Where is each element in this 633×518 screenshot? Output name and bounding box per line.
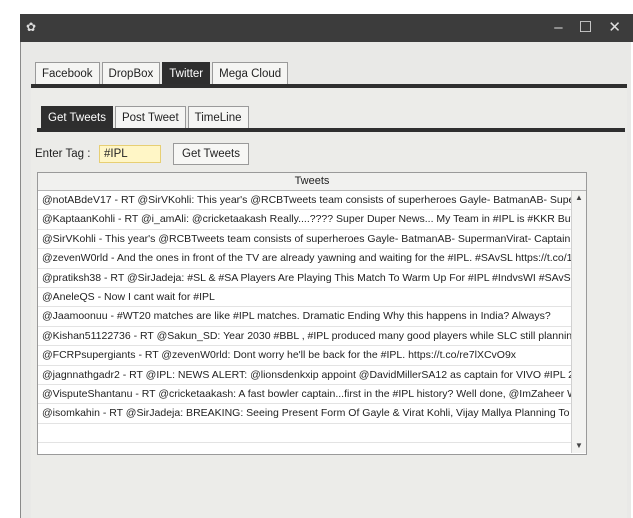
service-tabs: Facebook DropBox Twitter Mega Cloud — [35, 62, 290, 85]
table-row[interactable]: @pratiksh38 - RT @SirJadeja: #SL & #SA P… — [38, 269, 572, 288]
tag-label: Enter Tag : — [35, 148, 91, 160]
table-row[interactable]: @KaptaanKohli - RT @i_amAli: @cricketaak… — [38, 210, 572, 230]
scroll-down-icon[interactable]: ▼ — [572, 439, 586, 453]
table-row[interactable]: @Kishan51122736 - RT @Sakun_SD: Year 203… — [38, 327, 572, 347]
vertical-scrollbar[interactable]: ▲ ▼ — [571, 191, 586, 453]
tag-input[interactable] — [99, 145, 161, 163]
table-row[interactable] — [38, 424, 572, 444]
tweets-column-header[interactable]: Tweets — [38, 173, 586, 191]
table-row[interactable]: @isomkahin - RT @SirJadeja: BREAKING: Se… — [38, 404, 572, 424]
table-row[interactable]: @jagnnathgadr2 - RT @IPL: NEWS ALERT: @l… — [38, 366, 572, 385]
app-icon: ✿ — [26, 20, 37, 34]
twitter-panel: Get Tweets Post Tweet TimeLine Enter Tag… — [31, 88, 627, 518]
tab-dropbox[interactable]: DropBox — [101, 62, 161, 85]
app-window: ✿ – ☐ ✕ Facebook DropBox Twitter Mega Cl… — [0, 0, 633, 518]
tab-facebook[interactable]: Facebook — [35, 62, 100, 85]
table-row[interactable]: @zevenW0rld - And the ones in front of t… — [38, 249, 572, 269]
table-row[interactable]: @SirVKohli - This year's @RCBTweets team… — [38, 230, 572, 250]
scroll-up-icon[interactable]: ▲ — [572, 191, 586, 205]
tab-get-tweets[interactable]: Get Tweets — [41, 106, 113, 129]
tab-timeline[interactable]: TimeLine — [187, 106, 249, 129]
tab-mega-cloud[interactable]: Mega Cloud — [212, 62, 289, 85]
tweets-list: @notABdeV17 - RT @SirVKohli: This year's… — [38, 191, 586, 444]
tab-twitter[interactable]: Twitter — [162, 62, 211, 85]
window-controls[interactable]: – ☐ ✕ — [554, 18, 627, 36]
tweets-table: Tweets @notABdeV17 - RT @SirVKohli: This… — [37, 172, 587, 455]
get-tweets-button[interactable]: Get Tweets — [173, 143, 249, 165]
tag-form: Enter Tag : Get Tweets — [35, 143, 249, 165]
table-row[interactable]: @notABdeV17 - RT @SirVKohli: This year's… — [38, 191, 572, 211]
twitter-tabs: Get Tweets Post Tweet TimeLine — [41, 106, 251, 129]
table-row[interactable]: @FCRPsupergiants - RT @zevenW0rld: Dont … — [38, 346, 572, 366]
title-bar[interactable]: ✿ – ☐ ✕ — [20, 14, 633, 42]
inner-tab-divider — [37, 128, 625, 132]
main-content: Facebook DropBox Twitter Mega Cloud Get … — [20, 42, 631, 518]
tab-post-tweet[interactable]: Post Tweet — [114, 106, 186, 129]
table-row[interactable]: @Jaamoonuu - #WT20 matches are like #IPL… — [38, 307, 572, 327]
table-row[interactable]: @VisputeShantanu - RT @cricketaakash: A … — [38, 385, 572, 405]
table-row[interactable]: @AneleQS - Now I cant wait for #IPL — [38, 288, 572, 308]
